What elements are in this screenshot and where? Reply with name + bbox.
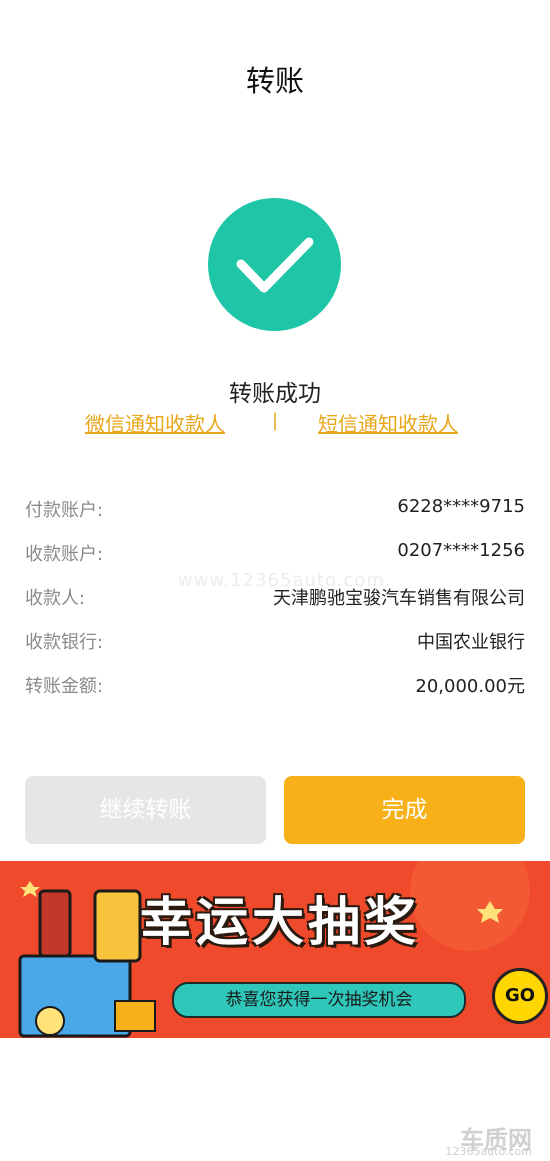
page-title: 转账	[245, 64, 304, 98]
detail-label: 转账金额:	[25, 676, 104, 697]
footer-url: 12365auto.com	[445, 1145, 532, 1158]
notify-separator: |	[272, 410, 279, 431]
detail-row-payee-account: 收款账户: 0207****1256	[25, 540, 525, 570]
detail-label: 收款人:	[25, 588, 86, 609]
success-check-icon	[208, 198, 341, 331]
notify-links: 微信通知收款人 | 短信通知收款人	[0, 408, 550, 438]
wechat-notify-link[interactable]: 微信通知收款人	[85, 408, 225, 437]
continue-transfer-button[interactable]: 继续转账	[25, 776, 266, 844]
detail-value: 中国农业银行	[417, 632, 525, 653]
detail-value: 0207****1256	[397, 540, 525, 561]
watermark: www.12365auto.com	[178, 570, 385, 591]
detail-row-amount: 转账金额: 20,000.00元	[25, 672, 525, 702]
lottery-subline: 恭喜您获得一次抽奖机会	[172, 982, 466, 1018]
lottery-headline: 幸运大抽奖	[140, 893, 421, 953]
detail-row-payer-account: 付款账户: 6228****9715	[25, 496, 525, 526]
detail-label: 收款账户:	[25, 544, 104, 565]
transfer-status: 转账成功	[229, 381, 321, 407]
lottery-go-button[interactable]: GO	[492, 968, 548, 1024]
detail-value: 20,000.00元	[415, 676, 525, 697]
detail-value: 6228****9715	[397, 496, 525, 517]
detail-row-payee-bank: 收款银行: 中国农业银行	[25, 628, 525, 658]
detail-label: 收款银行:	[25, 632, 104, 653]
sms-notify-link[interactable]: 短信通知收款人	[318, 408, 458, 437]
detail-label: 付款账户:	[25, 500, 104, 521]
done-button[interactable]: 完成	[284, 776, 525, 844]
